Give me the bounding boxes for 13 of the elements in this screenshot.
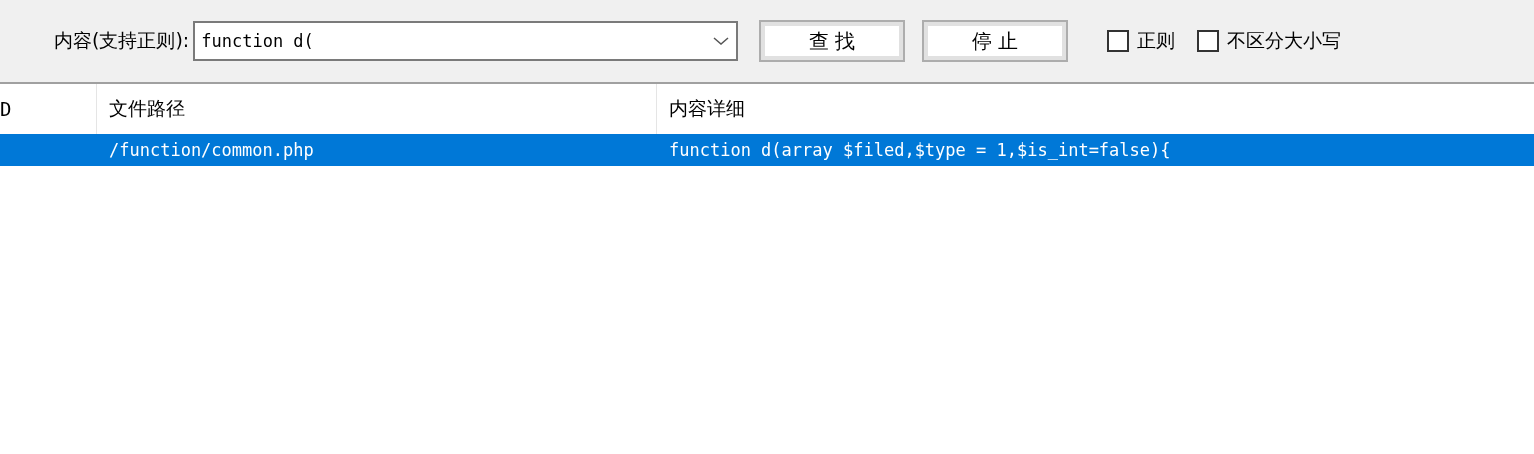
table-cell-text: function d(array $filed,$type = 1,$is_int=false){ bbox=[668, 140, 1172, 160]
checkbox[interactable] bbox=[1197, 30, 1220, 52]
column-header[interactable]: 内容详细 bbox=[657, 84, 1534, 134]
search-button[interactable]: 停 止 bbox=[922, 20, 1069, 62]
checkbox-label: 不区分大小写 bbox=[1227, 28, 1342, 53]
checkbox[interactable] bbox=[1107, 30, 1130, 52]
result-row[interactable]: /function/common.php function d(array $filed,$type = 1,$is_int=false){ bbox=[0, 134, 1534, 166]
search-combo-field[interactable]: function d( bbox=[193, 21, 739, 61]
search-button[interactable]: 查 找 bbox=[759, 20, 906, 62]
checkbox-label: 正则 bbox=[1137, 28, 1176, 53]
search-label: 内容(支持正则): bbox=[54, 28, 190, 53]
table-cell-text: /function/common.php bbox=[108, 140, 315, 160]
caret-icon bbox=[712, 36, 731, 46]
